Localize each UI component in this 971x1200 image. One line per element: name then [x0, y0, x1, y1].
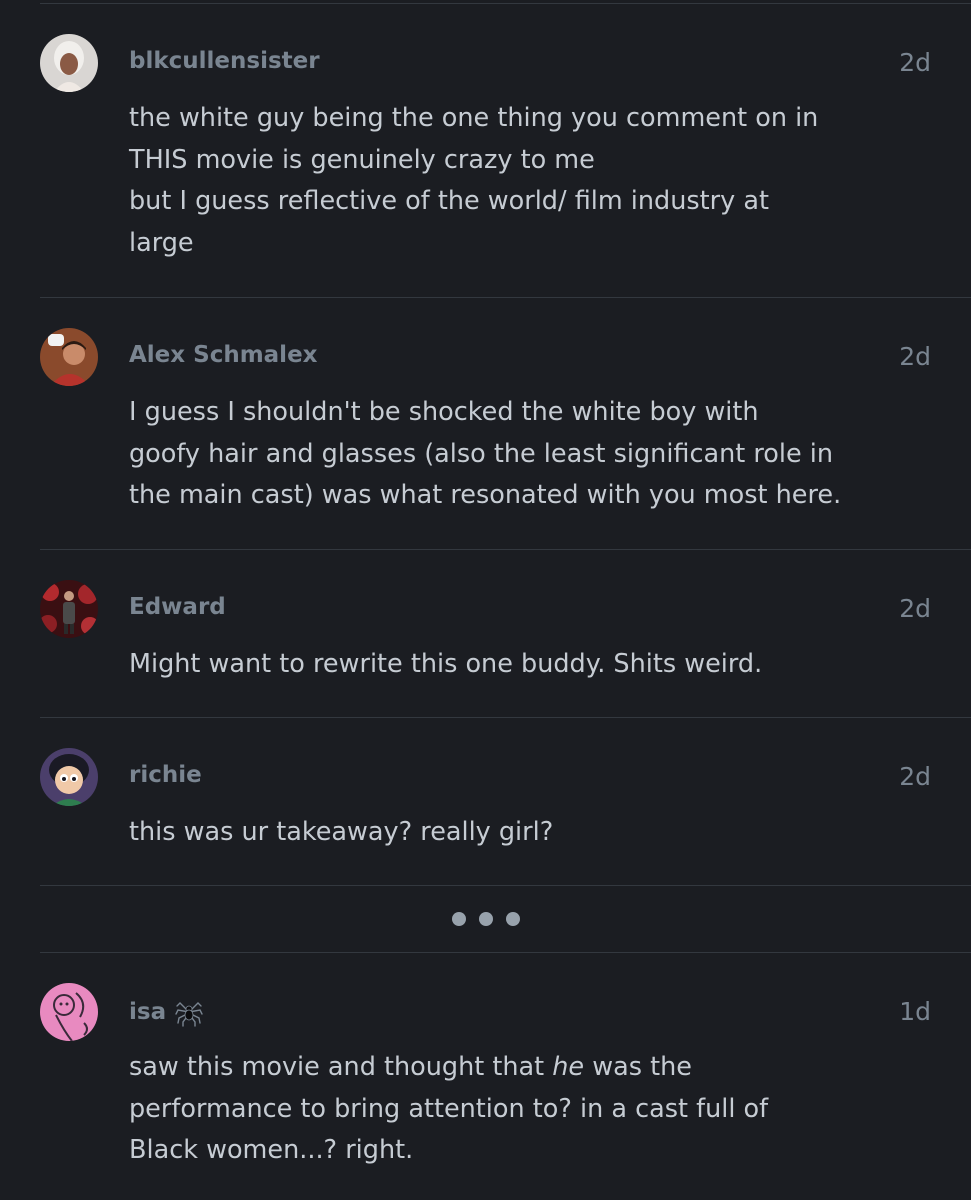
comment-timestamp: 2d: [899, 762, 931, 791]
username-text[interactable]: isa: [129, 999, 166, 1025]
username-text[interactable]: richie: [129, 762, 202, 788]
comment-body: the white guy being the one thing you co…: [129, 98, 859, 264]
comment-username[interactable]: Edward: [129, 594, 226, 620]
divider: [40, 549, 971, 550]
comment-timestamp: 1d: [899, 997, 931, 1026]
comment-text-italic: he: [552, 1052, 585, 1082]
avatar[interactable]: [40, 748, 98, 806]
ellipsis-icon-dot: [452, 912, 466, 926]
comment-line: this was ur takeaway? really girl?: [129, 817, 554, 847]
username-text[interactable]: Alex Schmalex: [129, 342, 318, 368]
comment-line: saw this movie and thought that he was t…: [129, 1047, 859, 1089]
divider: [40, 885, 971, 886]
avatar[interactable]: [40, 983, 98, 1041]
comment-body: this was ur takeaway? really girl?: [129, 812, 859, 854]
comment-username[interactable]: Alex Schmalex: [129, 342, 318, 368]
show-more-button[interactable]: [452, 907, 520, 931]
comment-timestamp: 2d: [899, 342, 931, 371]
comment-line: performance to bring attention to? in a …: [129, 1093, 769, 1124]
avatar[interactable]: [40, 34, 98, 92]
avatar[interactable]: [40, 580, 98, 638]
comment-line: Might want to rewrite this one buddy. Sh…: [129, 649, 763, 679]
comment-line: THIS movie is genuinely crazy to me: [129, 144, 595, 175]
top-divider: [40, 3, 971, 4]
username-text[interactable]: blkcullensister: [129, 48, 320, 74]
comment-line: but I guess reflective of the world/ fil…: [129, 186, 769, 216]
comment-line: the main cast) was what resonated with y…: [129, 480, 842, 510]
comment-line: the white guy being the one thing you co…: [129, 103, 819, 133]
spider-icon: [174, 997, 204, 1027]
divider: [40, 297, 971, 298]
comment-username[interactable]: isa: [129, 997, 204, 1027]
avatar[interactable]: [40, 328, 98, 386]
divider: [40, 717, 971, 718]
comment-body: I guess I shouldn't be shocked the white…: [129, 392, 859, 517]
comment-body: Might want to rewrite this one buddy. Sh…: [129, 644, 859, 686]
comment-username[interactable]: richie: [129, 762, 202, 788]
ellipsis-icon-dot: [506, 912, 520, 926]
comment-timestamp: 2d: [899, 48, 931, 77]
username-text[interactable]: Edward: [129, 594, 226, 620]
comment-timestamp: 2d: [899, 594, 931, 623]
comment-line: I guess I shouldn't be shocked the white…: [129, 397, 759, 427]
comment-line: goofy hair and glasses (also the least s…: [129, 438, 834, 469]
comment-text-segment: was the: [584, 1052, 692, 1082]
comment-text-segment: saw this movie and thought that: [129, 1052, 553, 1082]
divider: [40, 952, 971, 953]
comment-username[interactable]: blkcullensister: [129, 48, 320, 74]
comment-body: saw this movie and thought that he was t…: [129, 1047, 859, 1172]
comment-line: Black women...? right.: [129, 1135, 414, 1165]
ellipsis-icon-dot: [479, 912, 493, 926]
comment-line: large: [129, 227, 194, 258]
